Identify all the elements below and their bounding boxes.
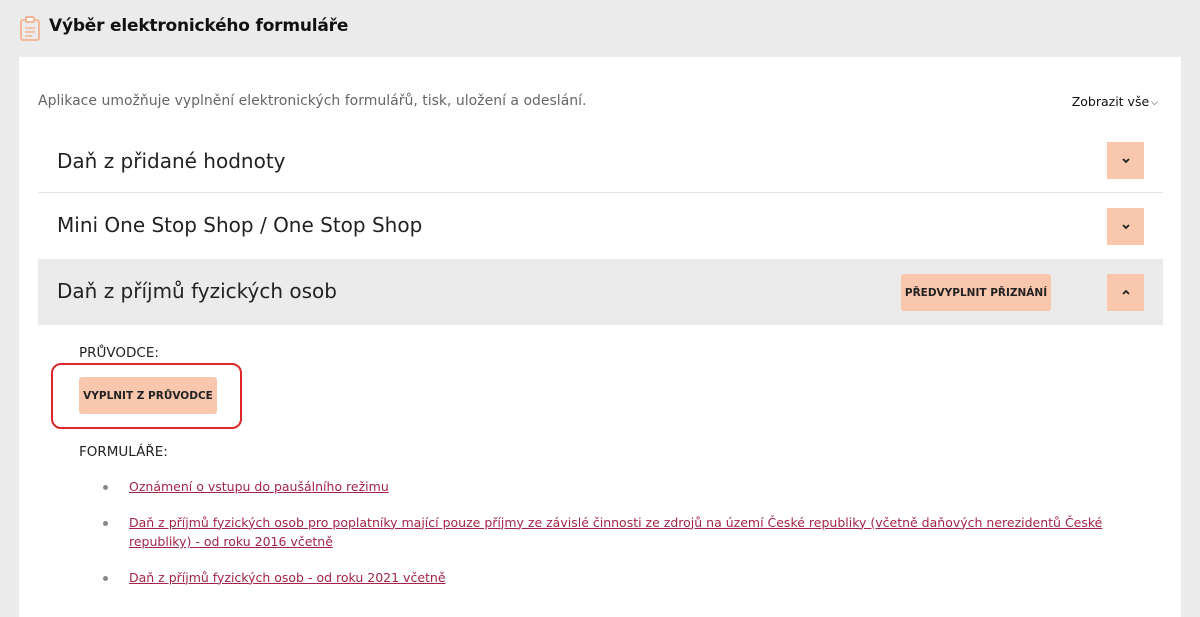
collapse-button[interactable] [1107,274,1144,311]
show-all-label: Zobrazit vše [1071,94,1150,109]
page-header: Výběr elektronického formuláře [0,0,1200,56]
chevron-down-icon [1121,158,1130,164]
chevron-down-icon: ⌵ [1151,98,1158,108]
section-vat[interactable]: Daň z přidané hodnoty [38,135,1163,192]
guides-label: PRŮVODCE: [79,345,159,361]
form-link[interactable]: Daň z příjmů fyzických osob pro poplatní… [129,515,1102,550]
prefill-return-button[interactable]: PŘEDVYPLNIT PŘIZNÁNÍ [901,274,1051,311]
show-all-toggle[interactable]: Zobrazit vše ⌵ [1072,94,1158,109]
forms-label: FORMULÁŘE: [79,444,168,460]
form-link[interactable]: Oznámení o vstupu do paušálního režimu [129,479,389,494]
chevron-down-icon [1121,224,1130,230]
form-link[interactable]: Daň z příjmů fyzických osob - od roku 20… [129,570,446,585]
list-item: Oznámení o vstupu do paušálního režimu [103,477,1153,497]
section-title: Daň z přidané hodnoty [57,149,286,173]
forms-list: Oznámení o vstupu do paušálního režimu D… [103,477,1153,587]
section-title: Daň z příjmů fyzických osob [57,279,337,303]
page-title: Výběr elektronického formuláře [49,16,349,36]
intro-text: Aplikace umožňuje vyplnění elektronickýc… [38,93,587,109]
list-item: Daň z příjmů fyzických osob - od roku 20… [103,568,1153,588]
section-title: Mini One Stop Shop / One Stop Shop [57,213,423,237]
forms-card: Aplikace umožňuje vyplnění elektronickýc… [19,57,1181,617]
expand-button[interactable] [1107,142,1144,179]
clipboard-icon [19,16,41,41]
fill-from-wizard-button[interactable]: VYPLNIT Z PRŮVODCE [79,377,217,414]
chevron-up-icon [1121,289,1130,295]
section-income-tax[interactable]: Daň z příjmů fyzických osob PŘEDVYPLNIT … [38,259,1163,325]
expand-button[interactable] [1107,208,1144,245]
section-oss[interactable]: Mini One Stop Shop / One Stop Shop [38,193,1163,259]
list-item: Daň z příjmů fyzických osob pro poplatní… [103,513,1153,552]
